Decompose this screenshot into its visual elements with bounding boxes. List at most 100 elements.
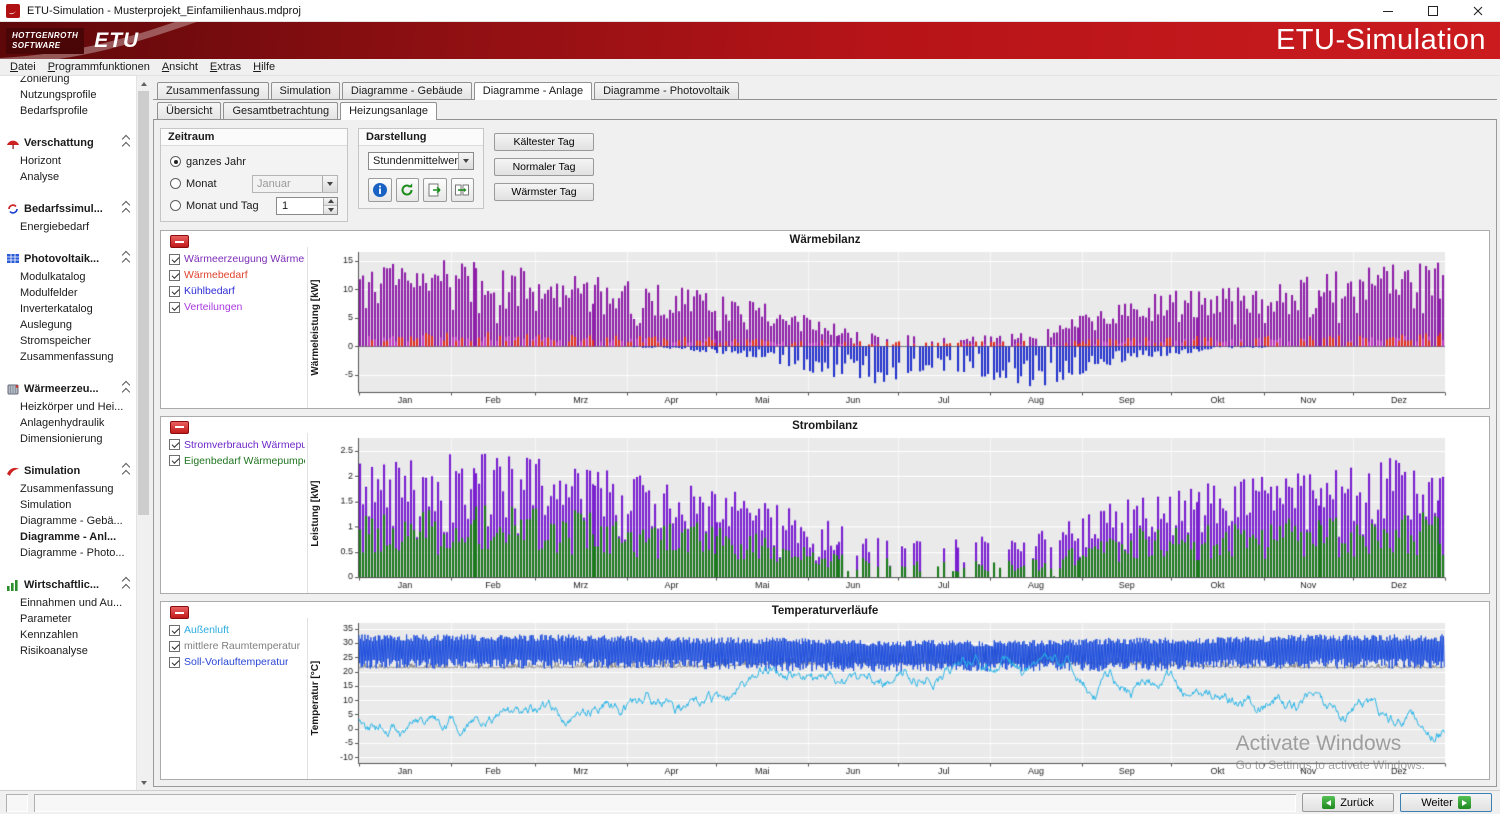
radio-monat[interactable]: [170, 178, 181, 189]
sidebar-item-anlagenhydraulik[interactable]: Anlagenhydraulik: [0, 415, 136, 431]
menu-datei[interactable]: Datei: [4, 60, 42, 74]
refresh-button[interactable]: [396, 178, 420, 202]
sidebar-item-heizkoerper-und-hei[interactable]: Heizkörper und Hei...: [0, 399, 136, 415]
scroll-down-button[interactable]: [137, 775, 150, 790]
checkbox[interactable]: [169, 625, 180, 636]
menu-extras[interactable]: Extras: [204, 60, 247, 74]
y-axis-label: Leistung [kW]: [308, 433, 323, 594]
sidebar-item-einnahmen-und-au[interactable]: Einnahmen und Au...: [0, 595, 136, 611]
legend-item-aussenluft[interactable]: Außenluft: [169, 624, 305, 636]
sidebar-item-horizont[interactable]: Horizont: [0, 153, 136, 169]
collapse-waermebilanz-button[interactable]: [170, 235, 189, 248]
sidebar-scrollbar[interactable]: [136, 76, 150, 790]
sidebar-item-zusammenfassung[interactable]: Zusammenfassung: [0, 349, 136, 365]
checkbox[interactable]: [169, 657, 180, 668]
legend-item-waermeerzeugung-waermepumpe[interactable]: Wärmeerzeugung Wärmepumpe: [169, 253, 305, 265]
minimize-button[interactable]: [1365, 0, 1410, 21]
legend-item-stromverbrauch-waermepumpe[interactable]: Stromverbrauch Wärmepumpe: [169, 439, 305, 451]
tag-spinner-value: 1: [277, 200, 323, 212]
sidebar-item-zonierung[interactable]: Zonierung: [0, 76, 136, 87]
tab-diagramme-anlage[interactable]: Diagramme - Anlage: [474, 82, 592, 100]
sidebar-item-nutzungsprofile[interactable]: Nutzungsprofile: [0, 87, 136, 103]
radio-label: Monat: [186, 178, 217, 190]
tab-simulation[interactable]: Simulation: [271, 82, 340, 99]
sidebar-item-auslegung[interactable]: Auslegung: [0, 317, 136, 333]
sidebar-item-diagramme-gebae[interactable]: Diagramme - Gebä...: [0, 513, 136, 529]
sidebar-item-simulation[interactable]: Simulation: [0, 497, 136, 513]
etu-logo: ETU: [94, 29, 139, 53]
sidebar-item-stromspeicher[interactable]: Stromspeicher: [0, 333, 136, 349]
tab-zusammenfassung[interactable]: Zusammenfassung: [157, 82, 269, 99]
darstellung-select[interactable]: Stundenmittelwerte: [368, 152, 474, 170]
sidebar-section-bedarfssimulation[interactable]: Bedarfssimul...: [0, 198, 136, 219]
legend-item-mittlere-raumtemperatur[interactable]: mittlere Raumtemperatur: [169, 640, 305, 652]
radio-monat-und-tag[interactable]: [170, 200, 181, 211]
darstellung-select-value: Stundenmittelwerte: [369, 155, 458, 167]
legend-item-waermebedarf[interactable]: Wärmebedarf: [169, 269, 305, 281]
radio-label: ganzes Jahr: [186, 156, 246, 168]
heizungsanlage-tabpage: Zeitraum ganzes JahrMonatJanuarMonat und…: [153, 120, 1497, 787]
sidebar-item-diagramme-anl[interactable]: Diagramme - Anl...: [0, 529, 136, 545]
checkbox[interactable]: [169, 254, 180, 265]
checkbox[interactable]: [169, 270, 180, 281]
sidebar-item-inverterkatalog[interactable]: Inverterkatalog: [0, 301, 136, 317]
radio-ganzes-jahr[interactable]: [170, 156, 181, 167]
sidebar-section-waermeerzeugung[interactable]: Wärmeerzeu...: [0, 378, 136, 399]
scrollbar-track[interactable]: [137, 91, 150, 775]
menu-ansicht[interactable]: Ansicht: [156, 60, 204, 74]
sidebar-item-dimensionierung[interactable]: Dimensionierung: [0, 431, 136, 447]
kaeltester-tag-button[interactable]: Kältester Tag: [494, 133, 594, 151]
subtab-uebersicht[interactable]: Übersicht: [157, 102, 221, 119]
y-axis-label: Temperatur [°C]: [308, 618, 323, 779]
tab-diagramme-photovoltaik[interactable]: Diagramme - Photovoltaik: [594, 82, 739, 99]
sidebar-item-zusammenfassung[interactable]: Zusammenfassung: [0, 481, 136, 497]
sidebar-item-energiebedarf[interactable]: Energiebedarf: [0, 219, 136, 235]
sidebar-item-analyse[interactable]: Analyse: [0, 169, 136, 185]
checkbox[interactable]: [169, 455, 180, 466]
sidebar-item-bedarfsprofile[interactable]: Bedarfsprofile: [0, 103, 136, 119]
sidebar-item-kennzahlen[interactable]: Kennzahlen: [0, 627, 136, 643]
normaler-tag-button[interactable]: Normaler Tag: [494, 158, 594, 176]
info-button[interactable]: [368, 178, 392, 202]
menu-programmfunktionen[interactable]: Programmfunktionen: [42, 60, 156, 74]
transfer-button[interactable]: [451, 178, 475, 202]
subtab-heizungsanlage[interactable]: Heizungsanlage: [340, 102, 437, 120]
tab-diagramme-gebaeude[interactable]: Diagramme - Gebäude: [342, 82, 472, 99]
sidebar-section-simulation[interactable]: Simulation: [0, 460, 136, 481]
zurueck-button[interactable]: Zurück: [1302, 793, 1394, 812]
checkbox[interactable]: [169, 641, 180, 652]
export-button[interactable]: [423, 178, 447, 202]
subtab-gesamtbetrachtung[interactable]: Gesamtbetrachtung: [223, 102, 338, 119]
sidebar-section-photovoltaik[interactable]: Photovoltaik...: [0, 248, 136, 269]
legend-item-eigenbedarf-waermepumpe-vitoca[interactable]: Eigenbedarf Wärmepumpe Vitoca: [169, 455, 305, 467]
checkbox[interactable]: [169, 439, 180, 450]
collapse-strombilanz-button[interactable]: [170, 421, 189, 434]
close-button[interactable]: [1455, 0, 1500, 21]
menu-hilfe[interactable]: Hilfe: [247, 60, 281, 74]
sidebar-section-wirtschaftlichkeit[interactable]: Wirtschaftlic...: [0, 574, 136, 595]
sidebar-item-parameter[interactable]: Parameter: [0, 611, 136, 627]
monat-select[interactable]: Januar: [252, 175, 338, 193]
collapse-temperaturverlaeufe-button[interactable]: [170, 606, 189, 619]
checkbox[interactable]: [169, 302, 180, 313]
sidebar-item-risikoanalyse[interactable]: Risikoanalyse: [0, 643, 136, 659]
sidebar-item-diagramme-photo[interactable]: Diagramme - Photo...: [0, 545, 136, 561]
chart-panel-strombilanz: Strombilanz Stromverbrauch WärmepumpeEig…: [160, 416, 1490, 595]
tag-spinner-up-button[interactable]: [324, 198, 337, 206]
legend-item-kuehlbedarf[interactable]: Kühlbedarf: [169, 285, 305, 297]
scroll-up-button[interactable]: [137, 76, 150, 91]
scrollbar-thumb[interactable]: [138, 91, 149, 515]
sidebar-item-modulfelder[interactable]: Modulfelder: [0, 285, 136, 301]
sidebar-section-verschattung[interactable]: Verschattung: [0, 132, 136, 153]
back-icon: [1322, 796, 1335, 809]
sidebar-section-label: Simulation: [24, 465, 80, 477]
legend-item-verteilungen[interactable]: Verteilungen: [169, 301, 305, 313]
tag-spinner[interactable]: 1: [276, 197, 338, 215]
sidebar-item-modulkatalog[interactable]: Modulkatalog: [0, 269, 136, 285]
legend-item-soll-vorlauftemperatur[interactable]: Soll-Vorlauftemperatur: [169, 656, 305, 668]
checkbox[interactable]: [169, 286, 180, 297]
tag-spinner-down-button[interactable]: [324, 205, 337, 214]
maximize-button[interactable]: [1410, 0, 1455, 21]
waermster-tag-button[interactable]: Wärmster Tag: [494, 183, 594, 201]
weiter-button[interactable]: Weiter: [1400, 793, 1492, 812]
